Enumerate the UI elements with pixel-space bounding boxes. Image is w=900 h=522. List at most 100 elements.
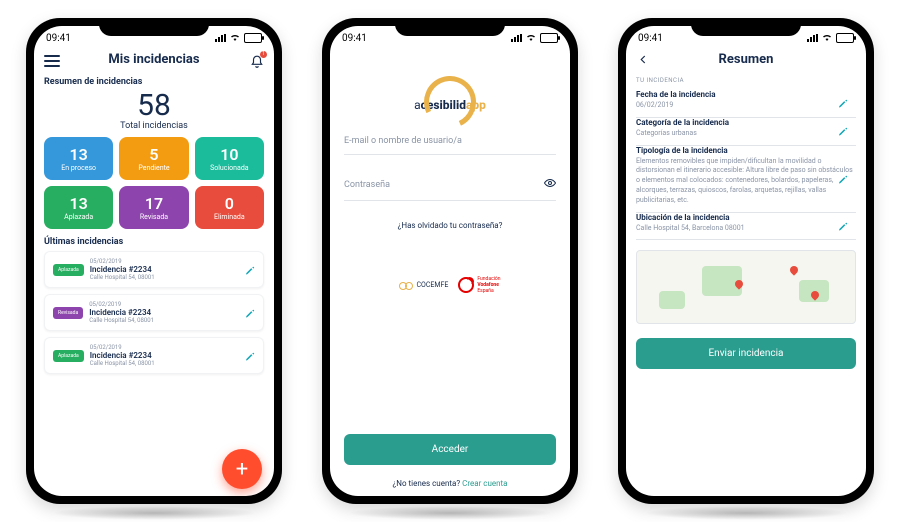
password-field[interactable]: Contraseña (344, 169, 556, 201)
status-tile-pendiente[interactable]: 5Pendiente (119, 137, 188, 180)
latest-heading: Últimas incidencias (44, 237, 264, 247)
status-chip: Aplazada (53, 350, 84, 362)
tile-label: Pendiente (119, 164, 188, 172)
login-button[interactable]: Acceder (344, 434, 556, 465)
logo-arc-icon (417, 69, 484, 136)
wifi-icon (821, 32, 833, 44)
edit-button[interactable] (838, 216, 848, 235)
submit-incidencia-button[interactable]: Enviar incidencia (636, 338, 856, 369)
tile-value: 13 (44, 194, 113, 213)
status-time: 09:41 (638, 33, 663, 44)
tile-value: 10 (195, 145, 264, 164)
signal-icon (215, 34, 226, 42)
detail-field: Ubicación de la incidencia Calle Hospita… (636, 213, 856, 241)
pencil-icon (838, 174, 848, 184)
status-tile-en-proceso[interactable]: 13En proceso (44, 137, 113, 180)
edit-button[interactable] (245, 260, 255, 279)
page-title: Resumen (719, 52, 774, 67)
tile-label: En proceso (44, 164, 113, 172)
email-field[interactable]: E-mail o nombre de usuario/a (344, 128, 556, 155)
incidencia-card[interactable]: Aplazada 05/02/2019 Incidencia #2234 Cal… (44, 251, 264, 288)
status-time: 09:41 (342, 33, 367, 44)
status-tile-revisada[interactable]: 17Revisada (119, 186, 188, 229)
pencil-icon (838, 221, 848, 231)
menu-button[interactable] (44, 55, 60, 67)
tile-label: Aplazada (44, 213, 113, 221)
total-kpi: 58 Total incidencias (44, 91, 264, 131)
card-id: Incidencia #2234 (90, 351, 255, 360)
location-map[interactable] (636, 250, 856, 324)
card-date: 05/02/2019 (89, 301, 255, 308)
tile-value: 5 (119, 145, 188, 164)
edit-button[interactable] (838, 169, 848, 188)
create-account-row: ¿No tienes cuenta? Crear cuenta (393, 479, 508, 488)
tile-value: 17 (119, 194, 188, 213)
edit-button[interactable] (245, 346, 255, 365)
phone-mockup-incidencias: 09:41 Mis incidencias 1 Resumen (26, 18, 282, 504)
signal-icon (511, 34, 522, 42)
edit-button[interactable] (838, 94, 848, 113)
battery-icon (540, 33, 558, 43)
edit-button[interactable] (838, 122, 848, 141)
forgot-password-link[interactable]: ¿Has olvidado tu contraseña? (398, 221, 503, 230)
field-label: Ubicación de la incidencia (636, 213, 856, 222)
add-incidencia-button[interactable]: + (222, 449, 262, 489)
show-password-button[interactable] (544, 177, 556, 192)
card-id: Incidencia #2234 (90, 265, 255, 274)
field-label: Fecha de la incidencia (636, 90, 856, 99)
edit-button[interactable] (245, 303, 255, 322)
email-placeholder: E-mail o nombre de usuario/a (344, 136, 462, 146)
card-date: 05/02/2019 (90, 344, 255, 351)
field-label: Tipología de la incidencia (636, 146, 856, 155)
brand-logo: acesibilidapp (414, 76, 486, 112)
field-value: Calle Hospital 54, Barcelona 08001 (636, 224, 856, 234)
card-address: Calle Hospital 54, 08001 (90, 360, 255, 367)
card-address: Calle Hospital 54, 08001 (90, 274, 255, 281)
partner-vodafone: Fundación Vodafone España (458, 276, 500, 294)
detail-field: Tipología de la incidencia Elementos rem… (636, 146, 856, 213)
incidencia-card[interactable]: Aplazada 05/02/2019 Incidencia #2234 Cal… (44, 337, 264, 374)
tile-label: Revisada (119, 213, 188, 221)
cocemfe-icon (399, 280, 413, 290)
card-date: 05/02/2019 (90, 258, 255, 265)
status-tile-solucionada[interactable]: 10Solucionada (195, 137, 264, 180)
hamburger-icon (44, 55, 60, 67)
partner-cocemfe: COCEMFE (399, 280, 448, 290)
field-value: Categorías urbanas (636, 129, 856, 139)
pencil-icon (245, 308, 255, 318)
summary-heading: Resumen de incidencias (44, 77, 264, 87)
detail-field: Categoría de la incidencia Categorías ur… (636, 118, 856, 146)
app-header: Mis incidencias 1 (34, 46, 274, 75)
map-pin-icon (788, 264, 799, 275)
phone-mockup-resumen: 09:41 Resumen TU INCIDENCIA Fecha de la … (618, 18, 874, 504)
incidencia-card[interactable]: Revisada 05/02/2019 Incidencia #2234 Cal… (44, 294, 264, 331)
vodafone-icon (458, 277, 474, 293)
battery-icon (836, 33, 854, 43)
app-header: Resumen (626, 46, 866, 75)
pencil-icon (838, 99, 848, 109)
total-value: 58 (44, 91, 264, 121)
field-value: Elementos removibles que impiden/dificul… (636, 157, 856, 206)
chevron-left-icon (636, 51, 650, 70)
back-button[interactable] (636, 51, 650, 70)
field-value: 06/02/2019 (636, 101, 856, 111)
tile-label: Solucionada (195, 164, 264, 172)
pencil-icon (245, 351, 255, 361)
page-title: Mis incidencias (108, 52, 199, 67)
status-grid: 13En proceso5Pendiente10Solucionada13Apl… (44, 137, 264, 229)
password-placeholder: Contraseña (344, 180, 390, 190)
status-tile-aplazada[interactable]: 13Aplazada (44, 186, 113, 229)
incidencias-list: Aplazada 05/02/2019 Incidencia #2234 Cal… (44, 251, 264, 374)
status-chip: Revisada (53, 307, 83, 319)
card-address: Calle Hospital 54, 08001 (89, 317, 255, 324)
tile-label: Eliminada (195, 213, 264, 221)
notifications-button[interactable]: 1 (250, 54, 264, 68)
status-time: 09:41 (46, 33, 71, 44)
bell-icon: 1 (250, 54, 264, 68)
notification-badge: 1 (260, 51, 267, 58)
pencil-icon (245, 265, 255, 275)
signal-icon (807, 34, 818, 42)
status-tile-eliminada[interactable]: 0Eliminada (195, 186, 264, 229)
create-account-link[interactable]: Crear cuenta (462, 479, 507, 488)
tile-value: 0 (195, 194, 264, 213)
